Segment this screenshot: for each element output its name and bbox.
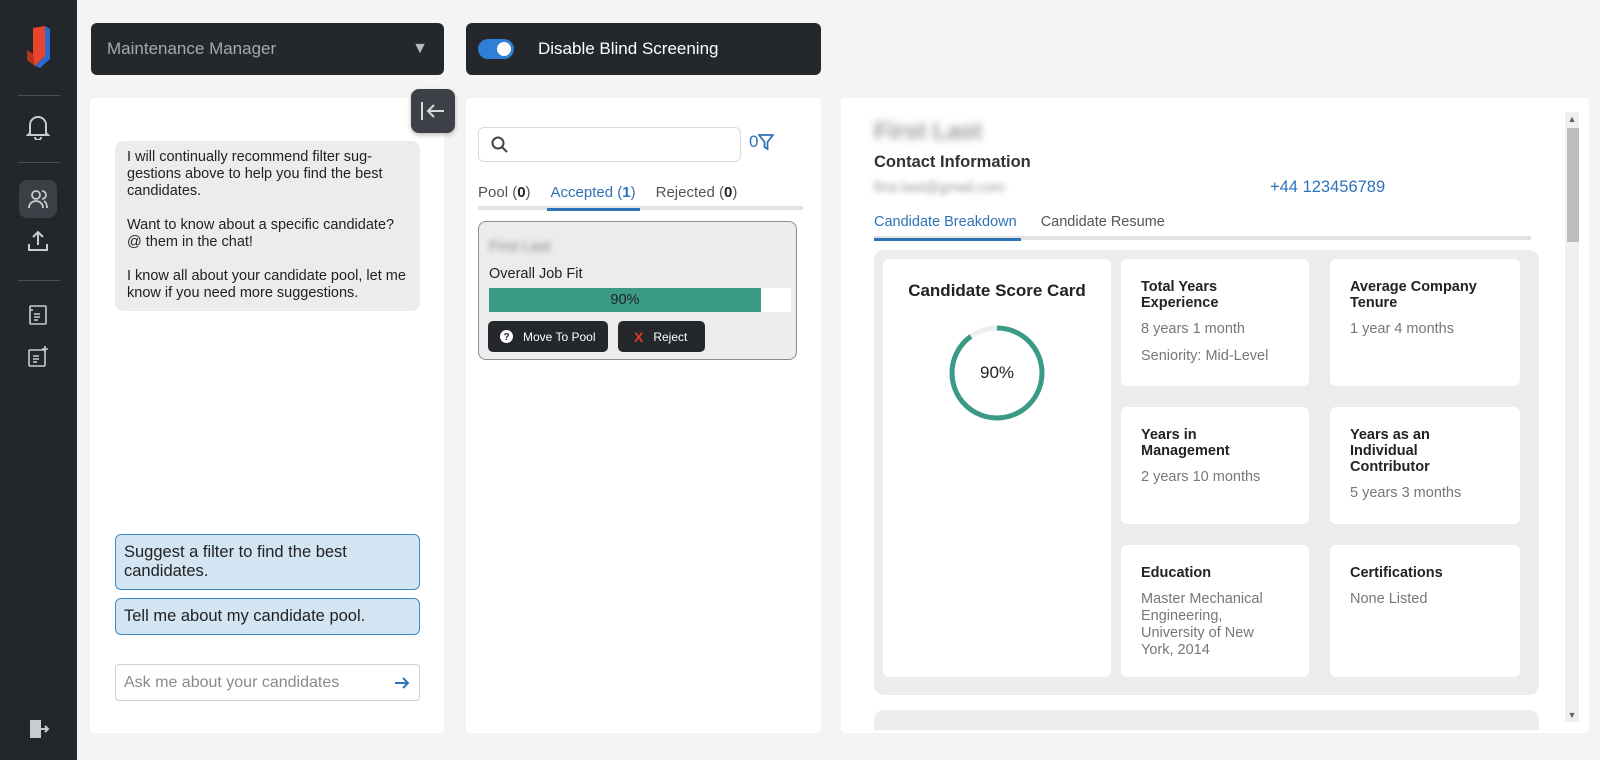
years-in-management-cell: Years in Management 2 years 10 months [1121, 407, 1309, 524]
education-cell: Education Master Mechanical Engineering,… [1121, 545, 1309, 677]
cell-value: None Listed [1350, 591, 1428, 607]
cell-title: Education [1141, 565, 1212, 581]
job-fit-bar-fill: 90% [489, 288, 761, 312]
reject-button[interactable]: X Reject [618, 321, 706, 352]
candidate-card[interactable]: First Last Overall Job Fit 90% ? Move To… [478, 221, 797, 360]
svg-text:?: ? [503, 332, 509, 343]
job-select-value: Maintenance Manager [107, 39, 277, 58]
search-icon [491, 136, 508, 153]
filter-count: 0 [749, 132, 759, 151]
collapse-left-icon [421, 102, 444, 120]
scroll-up-icon[interactable]: ▲ [1565, 114, 1579, 124]
score-card-title: Candidate Score Card [908, 281, 1086, 300]
tab-candidate-breakdown[interactable]: Candidate Breakdown [874, 212, 1021, 241]
suggestion-button-filter[interactable]: Suggest a filter to find the best candid… [115, 534, 420, 590]
assistant-message-line: I know all about your candidate pool, le… [127, 268, 406, 301]
chat-input[interactable]: Ask me about your candidates [115, 664, 420, 701]
collapse-chat-button[interactable] [411, 89, 455, 133]
job-fit-bar: 90% [489, 288, 791, 312]
job-select[interactable]: Maintenance Manager ▼ [91, 23, 444, 75]
score-card-area: Candidate Score Card 90% Total Years Exp… [874, 250, 1539, 695]
blind-screening-toggle[interactable] [478, 39, 514, 59]
tab-accepted[interactable]: Accepted (1) [546, 182, 640, 211]
scroll-down-icon[interactable]: ▼ [1565, 710, 1579, 720]
total-years-experience-cell: Total Years Experience 8 years 1 month S… [1121, 259, 1309, 386]
assistant-message: I will continually recommend filter sug­… [115, 141, 420, 311]
cell-value: 1 year 4 months [1350, 321, 1454, 337]
candidates-icon[interactable] [19, 180, 57, 218]
score-ring: 90% [947, 323, 1047, 423]
tab-pool[interactable]: Pool (0) [478, 182, 531, 206]
cell-value: 8 years 1 month [1141, 321, 1245, 337]
candidate-email[interactable]: first.last@gmail.com [874, 180, 1005, 196]
cell-title: Years in Management [1141, 427, 1230, 459]
question-icon: ? [500, 330, 513, 343]
cell-title: Average Company Tenure [1350, 279, 1477, 311]
candidate-detail-panel: First Last Contact Information first.las… [841, 98, 1589, 733]
tab-label: Accepted [550, 184, 614, 201]
next-section [874, 710, 1539, 730]
tab-label: Pool [478, 184, 509, 201]
sidebar [0, 0, 77, 760]
candidate-list-panel: 0 Pool (0) Accepted (1) Rejected (0) Fir… [466, 98, 821, 733]
reject-label: Reject [653, 329, 688, 344]
chat-panel: I will continually recommend filter sug­… [90, 98, 444, 733]
cell-title: Certifications [1350, 565, 1443, 581]
bell-icon[interactable] [19, 108, 57, 146]
x-icon: X [634, 328, 644, 345]
disable-blind-screening-button[interactable]: Disable Blind Screening [466, 23, 821, 75]
assistant-message-line: Want to know about a specific candi­date… [127, 217, 395, 250]
cell-title: Years as an Individual Contributor [1350, 427, 1430, 475]
contact-information-heading: Contact Information [874, 153, 1031, 171]
candidate-search-input[interactable] [478, 127, 741, 162]
candidate-score-card: Candidate Score Card 90% [883, 259, 1111, 677]
add-document-icon[interactable] [19, 338, 57, 376]
candidate-phone[interactable]: +44 123456789 [1270, 178, 1385, 197]
tab-count: 0 [517, 184, 526, 201]
document-icon[interactable] [19, 296, 57, 334]
tab-count: 0 [723, 184, 733, 201]
send-arrow-icon[interactable] [393, 674, 411, 692]
upload-icon[interactable] [19, 222, 57, 260]
detail-scrollbar[interactable]: ▲ ▼ [1565, 112, 1579, 722]
scrollbar-thumb[interactable] [1567, 128, 1579, 242]
cell-value: Seniority: Mid-Level [1141, 348, 1269, 364]
cell-value: Master Mechanical Engineering, Universit… [1141, 591, 1263, 658]
move-to-pool-button[interactable]: ? Move To Pool [488, 321, 608, 352]
tab-candidate-resume[interactable]: Candidate Resume [1041, 212, 1165, 236]
candidate-tabs: Pool (0) Accepted (1) Rejected (0) [478, 182, 803, 211]
tab-label: Rejected [655, 184, 715, 201]
assistant-message-line: I will continually recommend filter sug­… [127, 149, 383, 199]
tab-count: 1 [622, 184, 631, 201]
filter-icon [758, 134, 775, 151]
brand-logo-icon[interactable] [19, 26, 57, 68]
chat-input-placeholder: Ask me about your candidates [124, 673, 340, 691]
average-company-tenure-cell: Average Company Tenure 1 year 4 months [1330, 259, 1520, 386]
blind-screening-label: Disable Blind Screening [538, 39, 719, 58]
job-fit-label: Overall Job Fit [489, 266, 583, 282]
cell-title: Total Years Experience [1141, 279, 1219, 311]
certifications-cell: Certifications None Listed [1330, 545, 1520, 677]
years-individual-contributor-cell: Years as an Individual Contributor 5 yea… [1330, 407, 1520, 524]
chevron-down-icon: ▼ [412, 40, 428, 57]
candidate-detail-name: First Last [874, 118, 983, 145]
move-to-pool-label: Move To Pool [523, 329, 596, 344]
detail-tabs: Candidate Breakdown Candidate Resume [874, 212, 1531, 241]
cell-value: 5 years 3 months [1350, 485, 1462, 501]
tab-rejected[interactable]: Rejected (0) [656, 182, 738, 206]
logout-icon[interactable] [19, 710, 57, 748]
cell-value: 2 years 10 months [1141, 469, 1261, 485]
score-ring-value: 90% [979, 363, 1015, 382]
candidate-name: First Last [489, 238, 551, 255]
suggestion-button-pool[interactable]: Tell me about my candidate pool. [115, 598, 420, 635]
filter-button[interactable]: 0 [749, 132, 775, 152]
